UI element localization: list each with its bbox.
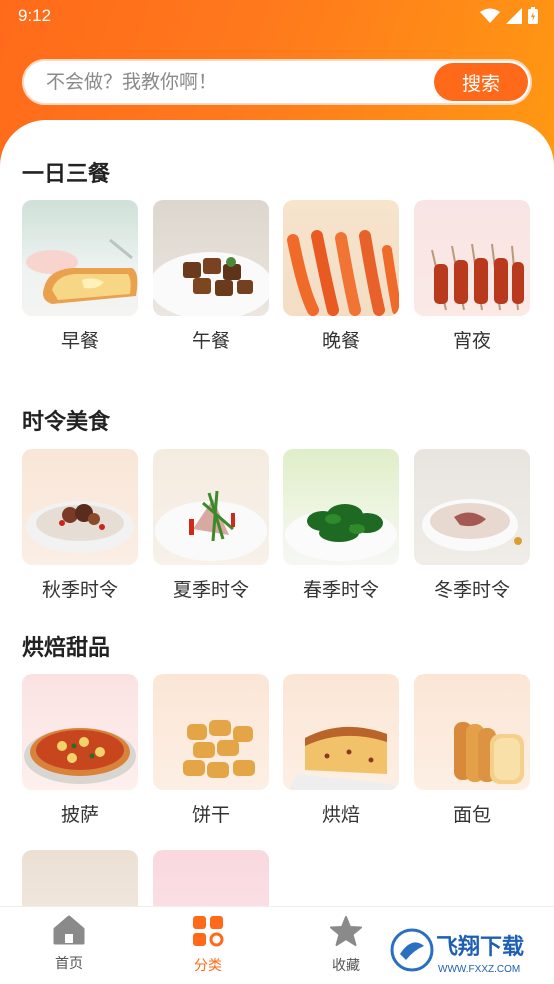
category-label: 秋季时令: [41, 579, 118, 601]
category-icon: [193, 916, 224, 947]
section-title-seasonal: 时令美食: [22, 410, 111, 435]
category-item-bread[interactable]: 面包: [414, 674, 530, 827]
category-panel: 一日三餐 早餐 午餐 晚餐 宵夜 时令美食 秋季时令 夏季时令 春季时令 冬季时…: [0, 120, 554, 910]
category-item-dinner[interactable]: 晚餐: [283, 200, 399, 353]
category-item-partial[interactable]: [153, 850, 269, 910]
nav-home[interactable]: 首页: [24, 915, 114, 973]
nav-label: 收藏: [332, 958, 360, 974]
skewers-image: [414, 200, 530, 316]
cake-image: [283, 674, 399, 790]
category-label: 宵夜: [452, 330, 491, 352]
category-label: 烘焙: [321, 804, 360, 826]
salad-image: [153, 449, 269, 565]
status-icons: [480, 7, 538, 24]
nav-label: 分类: [194, 958, 222, 974]
status-bar: 9:12: [0, 0, 554, 32]
category-label: 披萨: [60, 804, 99, 826]
toast-image: [22, 200, 138, 316]
nav-label: 首页: [55, 956, 83, 972]
partial-image: [153, 850, 269, 910]
home-icon: [53, 915, 85, 945]
category-item-baking[interactable]: 烘焙: [283, 674, 399, 827]
category-label: 早餐: [60, 330, 99, 352]
category-label: 饼干: [191, 804, 230, 826]
wifi-icon: [480, 8, 500, 23]
category-item-lunch[interactable]: 午餐: [153, 200, 269, 353]
signal-icon: [506, 7, 522, 24]
category-label: 冬季时令: [433, 579, 510, 601]
battery-icon: [528, 7, 538, 24]
category-item-latenight[interactable]: 宵夜: [414, 200, 530, 353]
greens-image: [283, 449, 399, 565]
category-label: 午餐: [191, 330, 230, 352]
category-item-summer[interactable]: 夏季时令: [153, 449, 269, 602]
star-icon: [330, 916, 362, 946]
bread-image: [414, 674, 530, 790]
category-item-cookies[interactable]: 饼干: [153, 674, 269, 827]
nav-favorites[interactable]: 收藏: [301, 915, 391, 975]
partial-image: [22, 850, 138, 910]
category-label: 春季时令: [302, 579, 379, 601]
category-label: 晚餐: [321, 330, 360, 352]
section-title-baking: 烘焙甜品: [22, 636, 111, 661]
soup-bowl-image: [22, 449, 138, 565]
search-input[interactable]: [46, 61, 426, 103]
watermark-logo: 飞翔下载 WWW.FXXZ.COM: [388, 920, 548, 978]
category-item-breakfast[interactable]: 早餐: [22, 200, 138, 353]
shrimp-image: [283, 200, 399, 316]
category-item-spring[interactable]: 春季时令: [283, 449, 399, 602]
category-item-autumn[interactable]: 秋季时令: [22, 449, 138, 602]
cookies-image: [153, 674, 269, 790]
pizza-image: [22, 674, 138, 790]
section-title-meals: 一日三餐: [22, 162, 111, 187]
stew-image: [414, 449, 530, 565]
watermark-text: 飞翔下载: [436, 934, 524, 960]
category-item-winter[interactable]: 冬季时令: [414, 449, 530, 602]
category-item-pizza[interactable]: 披萨: [22, 674, 138, 827]
braised-meat-image: [153, 200, 269, 316]
search-button[interactable]: 搜索: [434, 63, 528, 101]
category-label: 面包: [452, 804, 491, 826]
search-bar: 搜索: [22, 59, 532, 105]
nav-category[interactable]: 分类: [163, 915, 253, 975]
watermark-subtext: WWW.FXXZ.COM: [438, 964, 520, 975]
status-time: 9:12: [18, 6, 52, 25]
category-label: 夏季时令: [172, 579, 249, 601]
category-item-partial[interactable]: [22, 850, 138, 910]
